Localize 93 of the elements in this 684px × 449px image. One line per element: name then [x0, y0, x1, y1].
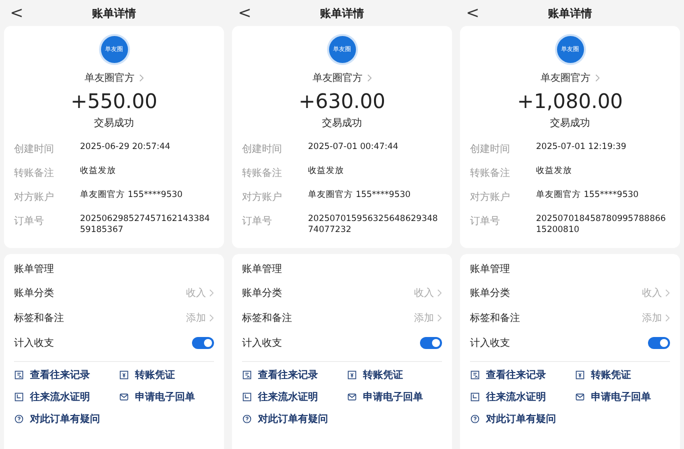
receipt-icon — [347, 370, 357, 380]
transaction-status: 交易成功 — [550, 116, 590, 130]
detail-value: 单友圈官方 155****9530 — [536, 190, 640, 202]
section-title: 账单管理 — [14, 262, 55, 276]
chevron-right-icon — [594, 74, 600, 82]
document-icon — [470, 392, 480, 402]
detail-label: 对方账户 — [14, 190, 55, 204]
action-link[interactable]: 申请电子回单 — [119, 390, 214, 404]
payee-name: 单友圈官方 — [540, 72, 590, 85]
mail-icon — [575, 392, 585, 402]
amount: +1,080.00 — [517, 89, 623, 113]
detail-value: 单友圈官方 155****9530 — [308, 190, 412, 202]
setting-label: 标签和备注 — [14, 312, 64, 325]
toggle-switch[interactable] — [648, 336, 670, 349]
action-link[interactable]: 转账凭证 — [119, 368, 214, 382]
transaction-status: 交易成功 — [94, 116, 134, 130]
setting-label: 标签和备注 — [470, 312, 520, 325]
mail-icon — [119, 392, 129, 402]
action-link[interactable]: 查看往来记录 — [242, 368, 347, 382]
section-title: 账单管理 — [470, 262, 511, 276]
action-link[interactable]: 查看往来记录 — [470, 368, 575, 382]
action-link[interactable]: 对此订单有疑问 — [14, 412, 119, 426]
chevron-right-icon — [665, 288, 670, 297]
chevron-right-icon — [138, 74, 144, 82]
detail-label: 转账备注 — [242, 166, 283, 180]
setting-label: 计入收支 — [242, 336, 282, 350]
detail-value: 20250629852745716214338459185367 — [80, 214, 211, 236]
page-title: 账单详情 — [92, 6, 136, 20]
setting-label: 计入收支 — [14, 336, 54, 350]
help-icon — [14, 414, 24, 424]
toggle-switch[interactable] — [420, 336, 442, 349]
document-icon — [14, 392, 24, 402]
detail-value: 2025-07-01 12:19:39 — [536, 142, 628, 154]
detail-label: 对方账户 — [242, 190, 283, 204]
detail-label: 转账备注 — [14, 166, 55, 180]
detail-value: 2025-06-29 20:57:44 — [80, 142, 172, 154]
action-link[interactable]: 往来流水证明 — [242, 390, 347, 404]
action-link[interactable]: 往来流水证明 — [14, 390, 119, 404]
detail-label: 创建时间 — [14, 142, 55, 156]
setting-label: 账单分类 — [242, 286, 282, 300]
setting-label: 账单分类 — [14, 286, 54, 300]
detail-label: 转账备注 — [470, 166, 511, 180]
amount: +630.00 — [298, 89, 386, 113]
chevron-right-icon — [665, 314, 670, 322]
receipt-icon — [575, 370, 585, 380]
chevron-right-icon — [209, 314, 214, 322]
detail-value: 收益发放 — [536, 166, 573, 178]
help-icon — [470, 414, 480, 424]
setting-label: 计入收支 — [470, 336, 510, 350]
detail-value: 单友圈官方 155****9530 — [80, 190, 184, 202]
setting-label: 标签和备注 — [242, 312, 292, 325]
detail-value: 收益发放 — [80, 166, 117, 178]
detail-value: 20250701595632564862934874077232 — [308, 214, 439, 236]
detail-value: 20250701845878099578886615200810 — [536, 214, 667, 236]
chevron-right-icon — [209, 288, 214, 297]
action-link[interactable]: 转账凭证 — [575, 368, 670, 382]
action-link[interactable]: 申请电子回单 — [347, 390, 442, 404]
payee-name: 单友圈官方 — [84, 72, 134, 85]
document-icon — [470, 370, 480, 380]
back-button[interactable]: < — [462, 3, 484, 22]
help-icon — [242, 414, 252, 424]
action-link[interactable]: 查看往来记录 — [14, 368, 119, 382]
setting-label: 账单分类 — [470, 286, 510, 300]
action-link[interactable]: 对此订单有疑问 — [470, 412, 575, 426]
receipt-icon — [119, 370, 129, 380]
detail-label: 订单号 — [470, 214, 501, 229]
mail-icon — [347, 392, 357, 402]
document-icon — [242, 392, 252, 402]
transaction-status: 交易成功 — [322, 116, 362, 130]
detail-label: 订单号 — [242, 214, 273, 229]
action-link[interactable]: 转账凭证 — [347, 368, 442, 382]
document-icon — [242, 370, 252, 380]
page-title: 账单详情 — [320, 6, 364, 20]
action-link[interactable]: 往来流水证明 — [470, 390, 575, 404]
action-link[interactable]: 申请电子回单 — [575, 390, 670, 404]
detail-value: 收益发放 — [308, 166, 345, 178]
payee-name: 单友圈官方 — [312, 72, 362, 85]
section-title: 账单管理 — [242, 262, 283, 276]
chevron-right-icon — [437, 314, 442, 322]
page-title: 账单详情 — [548, 6, 592, 20]
toggle-switch[interactable] — [192, 336, 214, 349]
detail-label: 创建时间 — [242, 142, 283, 156]
detail-label: 订单号 — [14, 214, 45, 229]
amount: +550.00 — [70, 89, 158, 113]
action-link[interactable]: 对此订单有疑问 — [242, 412, 347, 426]
detail-value: 2025-07-01 00:47:44 — [308, 142, 400, 154]
back-button[interactable]: < — [234, 3, 256, 22]
detail-label: 对方账户 — [470, 190, 511, 204]
detail-label: 创建时间 — [470, 142, 511, 156]
chevron-right-icon — [366, 74, 372, 82]
chevron-right-icon — [437, 288, 442, 297]
back-button[interactable]: < — [6, 3, 28, 22]
document-icon — [14, 370, 24, 380]
